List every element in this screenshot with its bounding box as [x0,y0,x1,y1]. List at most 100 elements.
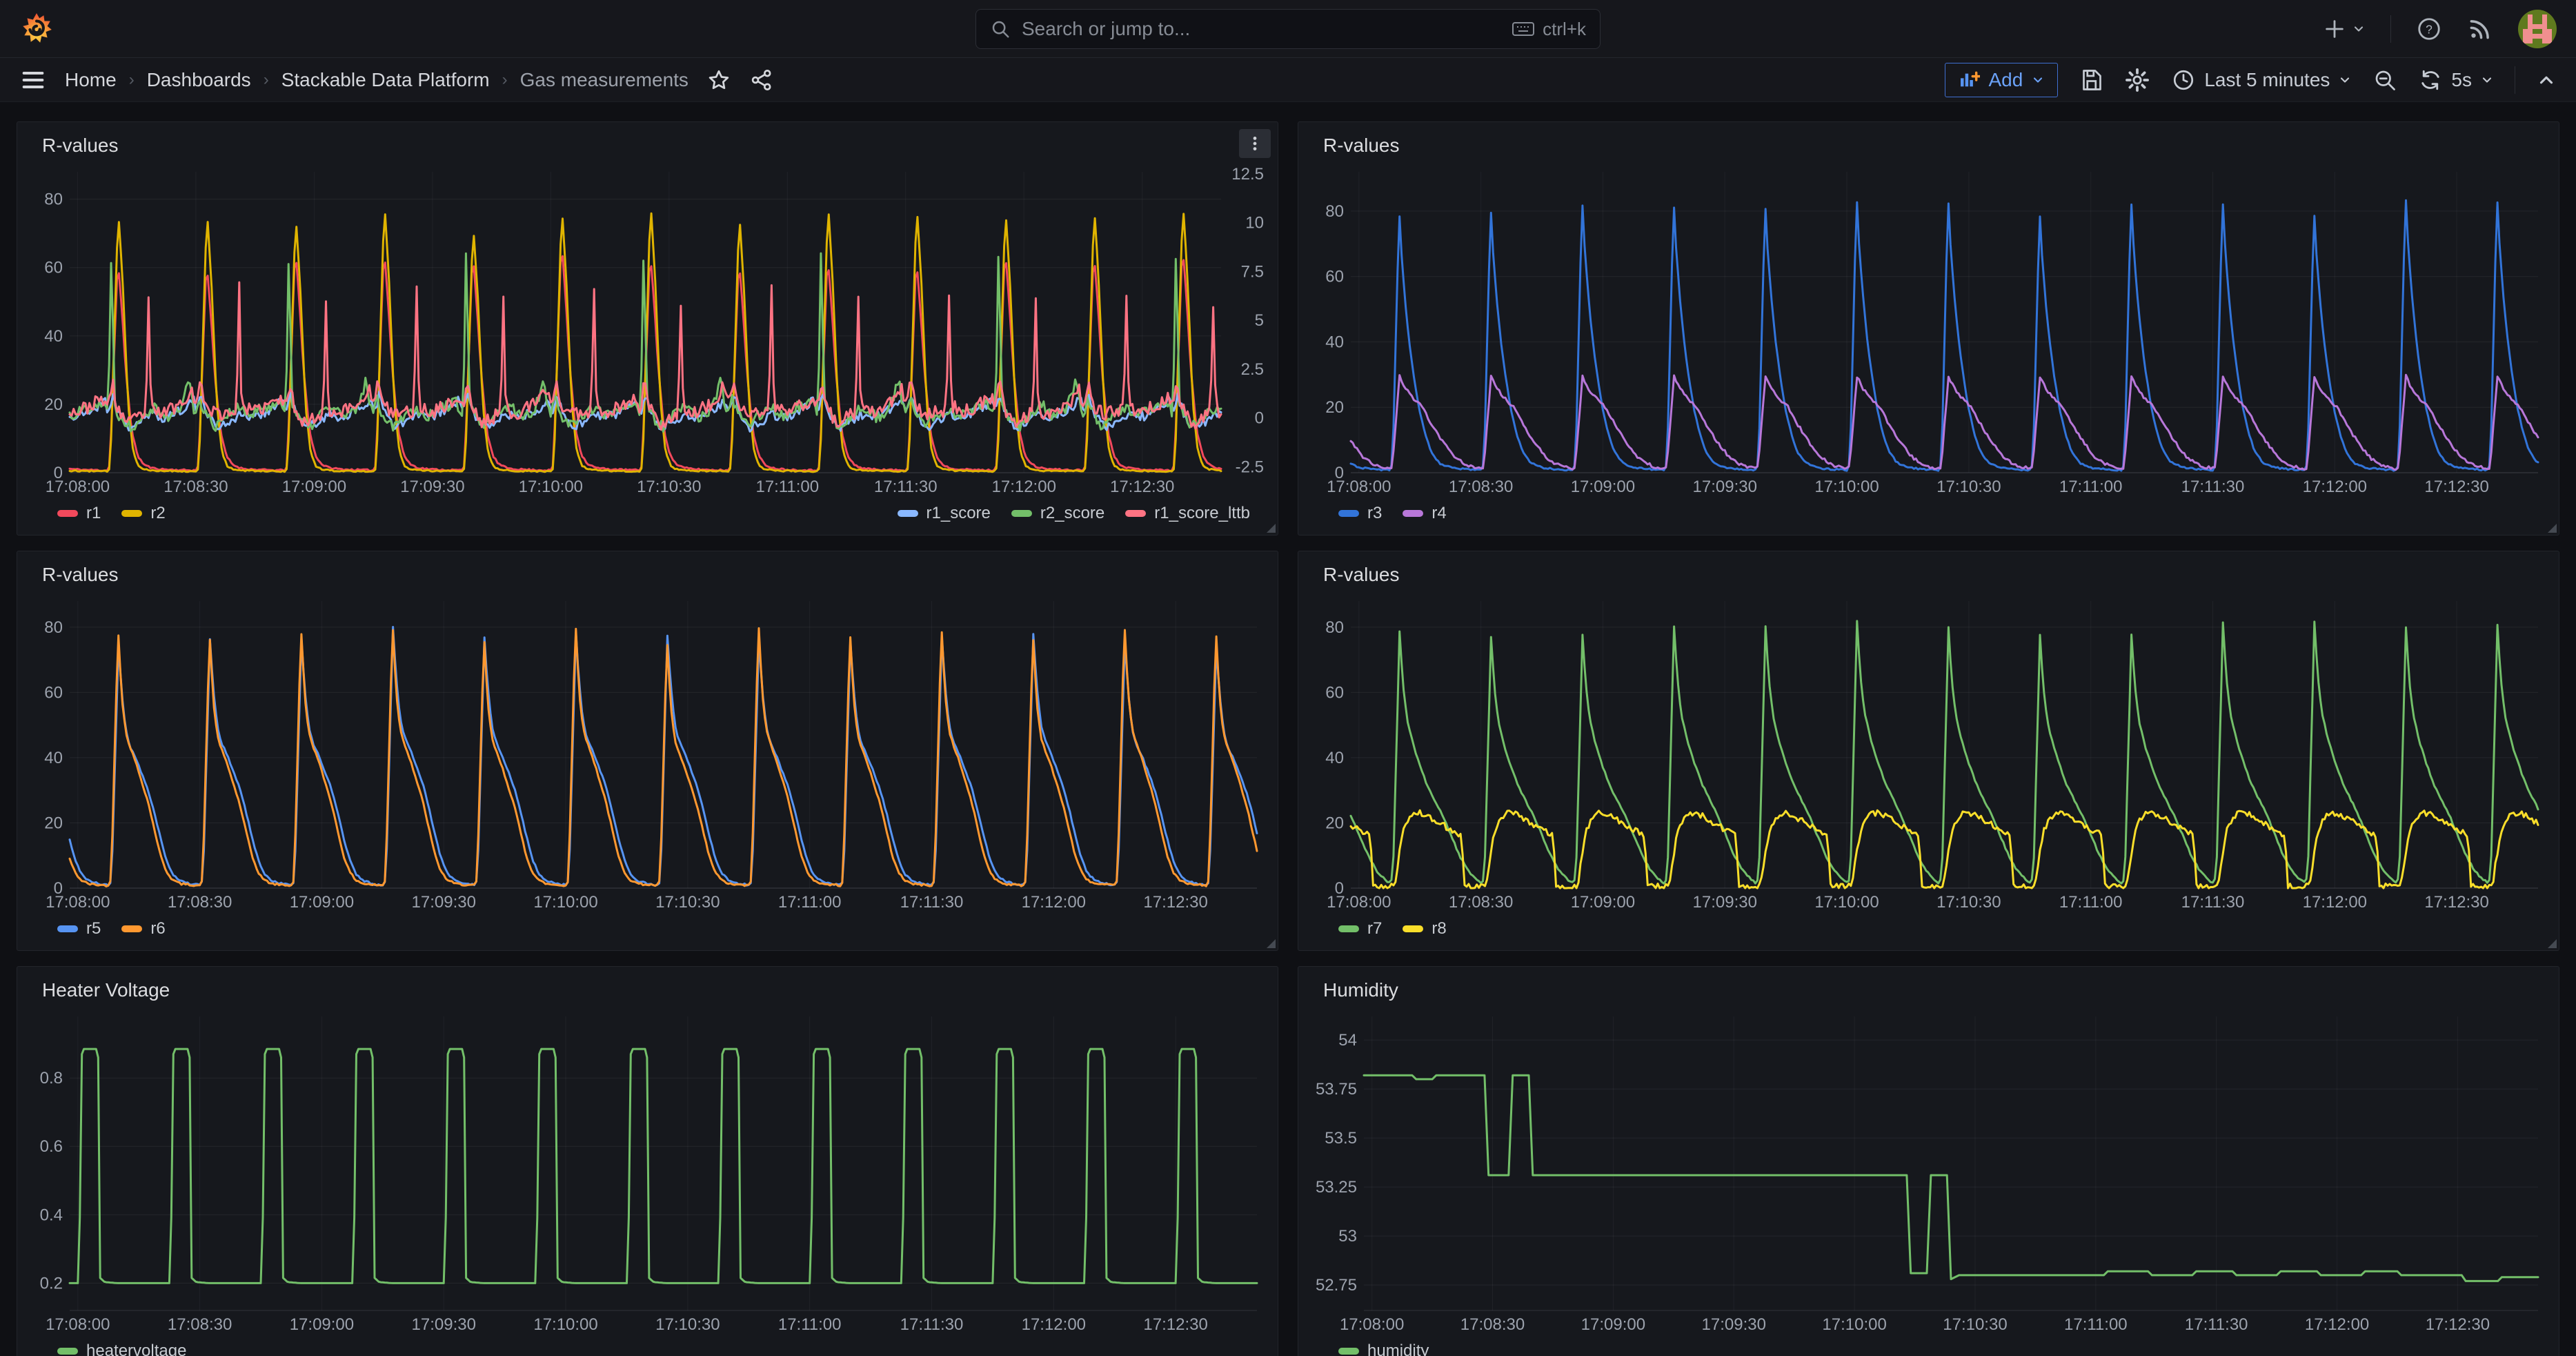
panel-legend: r3 r4 [1308,498,2549,529]
chevron-down-icon [2031,73,2045,87]
y-axis-tick-label: 60 [1325,683,1344,702]
x-axis-tick-label: 17:12:00 [2305,1315,2369,1334]
breadcrumb-home[interactable]: Home [65,69,117,91]
x-axis-tick-label: 17:08:30 [1460,1315,1525,1334]
chart-canvas[interactable]: 52.755353.2553.553.755417:08:0017:08:301… [1308,1008,2549,1335]
legend-item-humidity[interactable]: humidity [1338,1342,1429,1356]
y-axis-right-tick-label: 12.5 [1231,165,1264,184]
dashboard-actions [706,68,774,92]
panel-plot-area[interactable]: 02040608017:08:0017:08:3017:09:0017:09:3… [27,593,1268,913]
x-axis-tick-label: 17:12:00 [992,478,1056,496]
y-axis-tick-label: 40 [1325,749,1344,767]
legend-item-r1_score[interactable]: r1_score [898,504,991,523]
legend-item-r4[interactable]: r4 [1403,504,1446,523]
legend-item-r2_score[interactable]: r2_score [1011,504,1104,523]
svg-text:?: ? [2426,22,2433,36]
legend-item-r7[interactable]: r7 [1338,919,1382,939]
y-axis-tick-label: 80 [44,618,63,637]
search-input[interactable]: Search or jump to... ctrl+k [975,9,1601,49]
panel-title[interactable]: R-values [42,564,118,586]
user-avatar[interactable] [2518,10,2557,48]
panel-title[interactable]: Humidity [1323,979,1398,1001]
help-button[interactable]: ? [2416,16,2442,42]
legend-group: r1 r2 [57,504,166,523]
legend-label: r8 [1431,919,1446,939]
plus-icon [2323,17,2346,41]
chart-canvas[interactable]: 02040608012.5107.552.50-2.517:08:0017:08… [27,164,1268,498]
legend-item-r1_score_lttb[interactable]: r1_score_lttb [1125,504,1250,523]
refresh-icon [2418,68,2443,92]
panel-plot-area[interactable]: 02040608012.5107.552.50-2.517:08:0017:08… [27,164,1268,498]
legend-label: r7 [1367,919,1382,939]
legend-item-r2[interactable]: r2 [121,504,165,523]
panel-plot-area[interactable]: 52.755353.2553.553.755417:08:0017:08:301… [1308,1008,2549,1335]
add-panel-icon [1958,69,1980,91]
chart-canvas[interactable]: 0.20.40.60.817:08:0017:08:3017:09:0017:0… [27,1008,1268,1335]
hamburger-menu-icon[interactable] [19,66,47,94]
x-axis-tick-label: 17:10:00 [533,1315,597,1334]
legend-item-r6[interactable]: r6 [121,919,165,939]
zoom-out-icon[interactable] [2372,68,2397,92]
x-axis-tick-label: 17:10:00 [1822,1315,1886,1334]
panel-r-values-0: R-values 02040608012.5107.552.50-2.517:08… [17,121,1278,535]
panel-header: R-values [1308,557,2549,593]
panel-plot-area[interactable]: 02040608017:08:0017:08:3017:09:0017:09:3… [1308,164,2549,498]
legend-item-r8[interactable]: r8 [1403,919,1446,939]
x-axis-tick-label: 17:12:30 [2426,1315,2490,1334]
x-axis-tick-label: 17:12:30 [2424,478,2488,496]
breadcrumb-dashboards[interactable]: Dashboards [147,69,251,91]
legend-group: r5 r6 [57,919,166,939]
y-axis-tick-label: 53.75 [1316,1080,1357,1099]
panel-plot-area[interactable]: 02040608017:08:0017:08:3017:09:0017:09:3… [1308,593,2549,913]
settings-gear-icon[interactable] [2124,67,2150,93]
panel-menu-button[interactable] [1239,129,1271,158]
clock-icon [2171,68,2196,92]
add-button[interactable]: Add [1945,63,2058,97]
legend-item-r1[interactable]: r1 [57,504,101,523]
grafana-flame-icon [19,12,54,46]
series-humidity [1364,1075,2538,1281]
news-button[interactable] [2467,16,2493,42]
panel-title[interactable]: R-values [1323,135,1399,157]
panel-title[interactable]: Heater Voltage [42,979,170,1001]
star-icon[interactable] [706,68,731,92]
chart-canvas[interactable]: 02040608017:08:0017:08:3017:09:0017:09:3… [1308,593,2549,913]
new-button[interactable] [2323,17,2366,41]
breadcrumb-current: Gas measurements [520,69,688,91]
panel-title[interactable]: R-values [1323,564,1399,586]
x-axis-tick-label: 17:12:30 [2424,893,2488,912]
x-axis-tick-label: 17:10:00 [1814,478,1879,496]
legend-label: humidity [1367,1342,1429,1356]
x-axis-tick-label: 17:10:00 [533,893,597,912]
legend-item-r5[interactable]: r5 [57,919,101,939]
legend-group: r1_score r2_score r1_score_lttb [898,504,1251,523]
grafana-logo[interactable] [19,12,54,46]
x-axis-tick-label: 17:09:00 [1571,478,1635,496]
x-axis-tick-label: 17:10:30 [1936,478,2001,496]
x-axis-tick-label: 17:12:00 [2303,893,2367,912]
breadcrumb-folder[interactable]: Stackable Data Platform [281,69,490,91]
chart-canvas[interactable]: 02040608017:08:0017:08:3017:09:0017:09:3… [27,593,1268,913]
x-axis-tick-label: 17:08:00 [1340,1315,1404,1334]
legend-item-heatervoltage[interactable]: heatervoltage [57,1342,186,1356]
refresh-picker[interactable]: 5s [2418,68,2494,92]
x-axis-tick-label: 17:09:30 [400,478,464,496]
legend-label: r6 [150,919,165,939]
chevron-down-icon [2480,73,2494,87]
legend-item-r3[interactable]: r3 [1338,504,1382,523]
x-axis-tick-label: 17:11:00 [778,1315,842,1334]
collapse-toolbar-icon[interactable] [2536,70,2557,90]
y-axis-tick-label: 53.5 [1325,1129,1357,1148]
x-axis-tick-label: 17:11:00 [2059,893,2123,912]
panel-title[interactable]: R-values [42,135,118,157]
x-axis-tick-label: 17:09:00 [290,1315,354,1334]
series-r7 [1351,621,2538,883]
time-range-picker[interactable]: Last 5 minutes [2171,68,2352,92]
share-icon[interactable] [749,68,774,92]
panel-plot-area[interactable]: 0.20.40.60.817:08:0017:08:3017:09:0017:0… [27,1008,1268,1335]
top-nav: Search or jump to... ctrl+k ? [0,0,2576,58]
save-icon[interactable] [2079,68,2103,92]
chart-canvas[interactable]: 02040608017:08:0017:08:3017:09:0017:09:3… [1308,164,2549,498]
legend-label: heatervoltage [86,1342,186,1356]
legend-label: r1_score_lttb [1154,504,1250,523]
